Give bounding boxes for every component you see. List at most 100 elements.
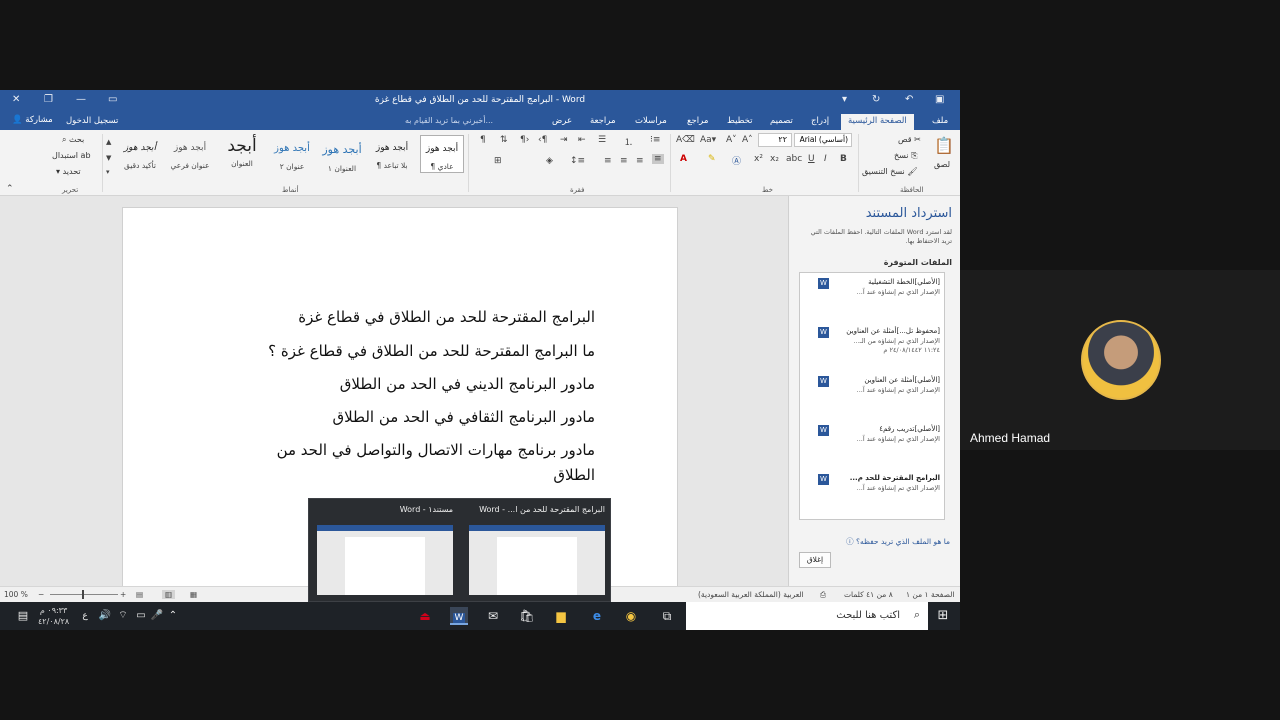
recovered-file-item[interactable]: W [الأصلي]تدريب رقم٤ الإصدار الذي تم إنش… [800,422,944,462]
borders-icon[interactable]: ⊞ [494,156,502,166]
tab-layout[interactable]: تخطيط [727,116,752,126]
sort-icon[interactable]: ⇅ [500,135,508,145]
collapse-ribbon-icon[interactable]: ⌃ [6,184,14,194]
print-layout-icon[interactable]: ▥ [162,590,176,599]
replace-button[interactable]: استبدال ab [52,151,91,160]
mail-icon[interactable]: ✉ [484,607,502,625]
find-button[interactable]: ⌕ بحث [62,135,84,145]
save-icon[interactable]: ▣ [935,94,944,105]
doc-line-cultural[interactable]: مادور البرنامج الثقافي في الحد من الطلاق [332,408,595,426]
align-right-icon[interactable]: ≡ [652,154,664,164]
center-icon[interactable]: ≡ [636,156,644,166]
superscript-icon[interactable]: x² [754,154,763,164]
zoom-slider-thumb[interactable] [82,590,84,599]
format-painter-button[interactable]: نسخ التنسيق 🖌 [862,167,917,176]
align-left-icon[interactable]: ≡ [620,156,628,166]
doc-line-communication[interactable]: مادور برنامج مهارات الاتصال والتواصل في … [277,441,595,459]
file-explorer-icon[interactable]: ▆ [552,607,570,625]
undo-icon[interactable]: ↶ [905,94,913,105]
word-count[interactable]: ٨ من ٤١ كلمات [844,590,893,599]
styles-scroll-down-icon[interactable]: ▼ [106,154,111,162]
font-color-icon[interactable]: A [680,154,687,164]
style-title[interactable]: أبجد العنوان [220,135,264,173]
tab-home[interactable]: الصفحة الرئيسية [841,114,914,130]
style-heading-2[interactable]: أبجد هوز عنوان ٢ [270,135,314,173]
proofing-icon[interactable]: ⎙ [820,590,826,600]
chrome-icon[interactable]: ◉ [622,607,640,625]
clock[interactable]: ٠٩:٣٣ م ٤٢/٠٨/٢٨ [38,605,69,627]
windows-start-icon[interactable]: ⊞ [934,607,952,625]
doc-line-title[interactable]: البرامج المقترحة للحد من الطلاق في قطاع … [298,308,595,326]
zoom-in-icon[interactable]: + [120,590,126,599]
tab-mailings[interactable]: مراسلات [635,116,667,126]
tab-design[interactable]: تصميم [770,116,793,126]
share-button[interactable]: 👤 مشاركة [12,115,53,125]
network-icon[interactable]: ⌔ [114,607,132,625]
task-view-icon[interactable]: ⧉ [658,607,676,625]
edge-icon[interactable]: e [588,607,606,625]
tab-file[interactable]: ملف [932,116,948,126]
strikethrough-icon[interactable]: abc [786,154,802,164]
line-spacing-icon[interactable]: ↕≡ [570,156,585,166]
highlight-icon[interactable]: ✎ [708,154,716,164]
italic-icon[interactable]: I [824,154,827,164]
shading-icon[interactable]: ◈ [546,156,553,166]
help-link[interactable]: ما هو الملف الذي تريد حفظه؟ ⓘ [846,536,950,547]
show-hidden-icons[interactable]: ⌃ [164,607,182,625]
volume-icon[interactable]: 🔊 [96,607,114,625]
recovered-file-item[interactable]: W [الأصلي]أمثلة عن العناوين الإصدار الذي… [800,373,944,413]
acrobat-icon[interactable]: ⏏ [416,607,434,625]
zoom-level[interactable]: 100 % [4,590,28,599]
clear-formatting-icon[interactable]: A⌫ [676,135,695,145]
sign-in-link[interactable]: تسجيل الدخول [66,116,118,126]
doc-line-divorce[interactable]: الطلاق [553,466,595,484]
word-taskbar-icon[interactable]: W [450,607,468,625]
outdent-icon[interactable]: ⇤ [578,135,586,145]
tab-view[interactable]: عرض [552,116,572,126]
preview-window-1[interactable]: البرامج المقترحة للحد من ا... - Word [463,503,609,599]
store-icon[interactable]: 🛍 [518,607,536,625]
show-marks-icon[interactable]: ¶ [480,135,486,145]
preview-window-2[interactable]: مستند١ - Word [311,503,457,599]
numbering-icon[interactable]: ⒈ [624,135,633,148]
subscript-icon[interactable]: x₂ [770,154,779,164]
grow-font-icon[interactable]: A˄ [742,135,753,145]
zoom-slider[interactable] [50,594,118,595]
style-heading-1[interactable]: أبجد هوز العنوان ١ [320,135,364,173]
doc-line-question[interactable]: ما البرامج المقترحة للحد من الطلاق في قط… [268,342,595,360]
font-size-box[interactable]: ٢٢ [758,133,792,147]
tab-insert[interactable]: إدراج [811,116,829,126]
style-normal[interactable]: أبجد هوز ¶ عادي [420,135,464,173]
shrink-font-icon[interactable]: A˅ [726,135,737,145]
style-no-spacing[interactable]: أبجد هوز ¶ بلا تباعد [370,135,414,173]
cut-button[interactable]: قص ✂ [898,135,921,144]
zoom-out-icon[interactable]: − [38,590,44,599]
font-name-box[interactable]: Arial (أساسي) [794,133,852,147]
redo-icon[interactable]: ↻ [872,94,880,105]
justify-icon[interactable]: ≡ [604,156,612,166]
select-button[interactable]: ▾ تحديد [56,167,81,176]
recovered-file-item[interactable]: W [الأصلي]الخطة التشغيلية الإصدار الذي ت… [800,275,944,315]
styles-more-icon[interactable]: ▾ [106,168,110,176]
change-case-icon[interactable]: Aa▾ [700,135,716,145]
tell-me-box[interactable]: أخبرني بما تريد القيام به... [405,116,493,125]
indent-icon[interactable]: ⇥ [560,135,568,145]
multilevel-list-icon[interactable]: ☰ [598,135,606,145]
web-layout-icon[interactable]: ▤ [136,590,143,599]
bullets-icon[interactable]: ⁝≡ [650,135,660,145]
tab-references[interactable]: مراجع [687,116,708,126]
recovered-file-item[interactable]: W [محفوظ تل...]أمثلة عن العناوين الإصدار… [800,324,944,364]
style-subtitle[interactable]: أبجد هوز عنوان فرعي [168,135,212,173]
language-status[interactable]: العربية (المملكة العربية السعودية) [698,590,804,599]
page-count[interactable]: الصفحة ١ من ١ [906,590,954,599]
customize-toolbar-icon[interactable]: ▾ [842,94,847,105]
style-subtle-emphasis[interactable]: أبجد هوز تأكيد دقيق [118,135,162,173]
copy-button[interactable]: نسخ ⎘ [894,151,917,161]
close-recovery-button[interactable]: إغلاق [799,552,831,568]
underline-icon[interactable]: U [808,154,815,164]
ltr-icon[interactable]: ¶› [520,135,529,145]
doc-line-religious[interactable]: مادور البرنامج الديني في الحد من الطلاق [340,375,595,393]
tab-review[interactable]: مراجعة [590,116,616,126]
rtl-icon[interactable]: ‹¶ [538,135,547,145]
recovered-file-item[interactable]: W البرامج المقترحة للحد م... الإصدار الذ… [800,471,944,511]
